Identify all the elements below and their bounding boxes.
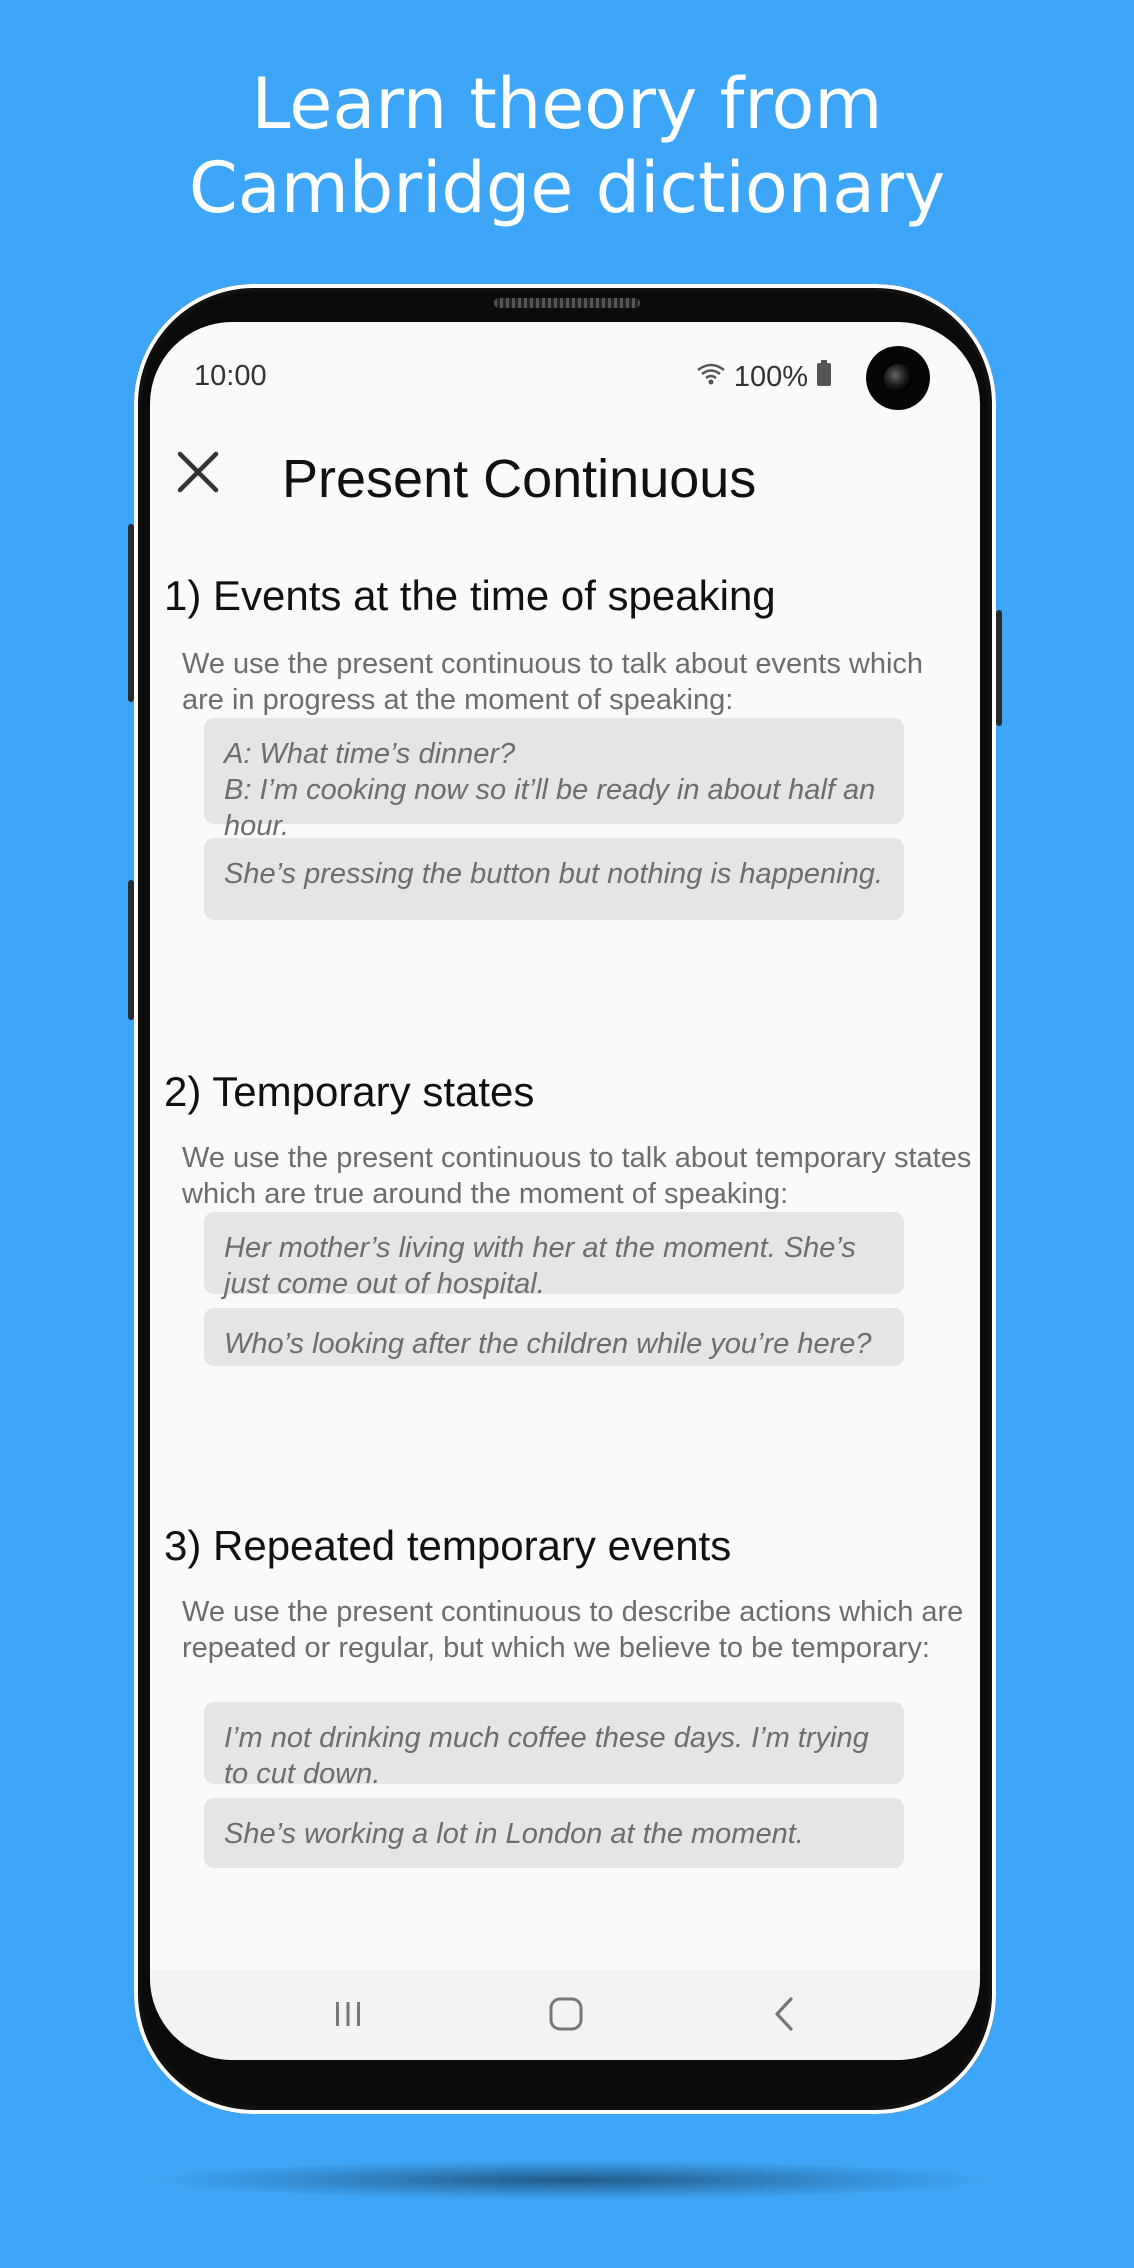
volume-button xyxy=(128,524,134,702)
front-camera xyxy=(866,346,930,410)
status-time: 10:00 xyxy=(194,360,267,392)
close-button[interactable] xyxy=(168,444,228,504)
example-text: Who’s looking after the children while y… xyxy=(224,1328,872,1360)
section-description: We use the present continuous to talk ab… xyxy=(182,648,924,716)
section-description: We use the present continuous to talk ab… xyxy=(182,1142,972,1210)
example-box: She’s working a lot in London at the mom… xyxy=(204,1798,904,1868)
back-button[interactable] xyxy=(754,1988,814,2044)
battery-percent: 100% xyxy=(733,360,808,393)
phone-screen: 10:00 100% Present Continuous 1) Events … xyxy=(150,322,980,2060)
example-box: Who’s looking after the children while y… xyxy=(204,1308,904,1366)
example-box: Her mother’s living with her at the mome… xyxy=(204,1212,904,1300)
recents-icon xyxy=(331,1999,365,2034)
example-box: She’s pressing the button but nothing is… xyxy=(204,838,904,920)
section-title: 2) Temporary states xyxy=(164,1068,535,1115)
wifi-icon xyxy=(696,361,726,394)
close-icon xyxy=(176,450,220,499)
power-button xyxy=(996,610,1002,726)
example-box: A: What time’s dinner? B: I’m cooking no… xyxy=(204,718,904,842)
section-description: We use the present continuous to describ… xyxy=(182,1596,964,1664)
back-icon xyxy=(769,1996,799,2037)
home-icon xyxy=(548,1996,584,2037)
navigation-bar xyxy=(150,1970,980,2060)
example-text: She’s working a lot in London at the mom… xyxy=(224,1818,804,1850)
section-title: 1) Events at the time of speaking xyxy=(164,572,776,619)
promo-heading: Learn theory from Cambridge dictionary xyxy=(0,62,1134,230)
section-title: 3) Repeated temporary events xyxy=(164,1522,732,1569)
promo-line-1: Learn theory from xyxy=(251,63,883,145)
promo-line-2: Cambridge dictionary xyxy=(188,147,946,229)
recents-button[interactable] xyxy=(318,1988,378,2044)
theory-content[interactable]: 1) Events at the time of speaking We use… xyxy=(150,542,980,1970)
phone-shadow xyxy=(140,2160,1000,2200)
example-text: Her mother’s living with her at the mome… xyxy=(224,1232,856,1300)
battery-icon xyxy=(816,360,832,394)
speaker-grille xyxy=(494,298,640,308)
phone-frame: 10:00 100% Present Continuous 1) Events … xyxy=(128,284,1002,2114)
status-indicators: 100% xyxy=(696,360,832,394)
page-title: Present Continuous xyxy=(282,449,757,509)
home-button[interactable] xyxy=(536,1988,596,2044)
example-box: I’m not drinking much coffee these days.… xyxy=(204,1702,904,1790)
bixby-button xyxy=(128,880,134,1020)
example-text: A: What time’s dinner? xyxy=(224,738,516,770)
example-text: She’s pressing the button but nothing is… xyxy=(224,858,883,890)
example-text: I’m not drinking much coffee these days.… xyxy=(224,1722,869,1790)
app-bar: Present Continuous xyxy=(150,422,980,532)
status-bar: 10:00 100% xyxy=(150,322,980,412)
example-text: B: I’m cooking now so it’ll be ready in … xyxy=(224,774,876,842)
